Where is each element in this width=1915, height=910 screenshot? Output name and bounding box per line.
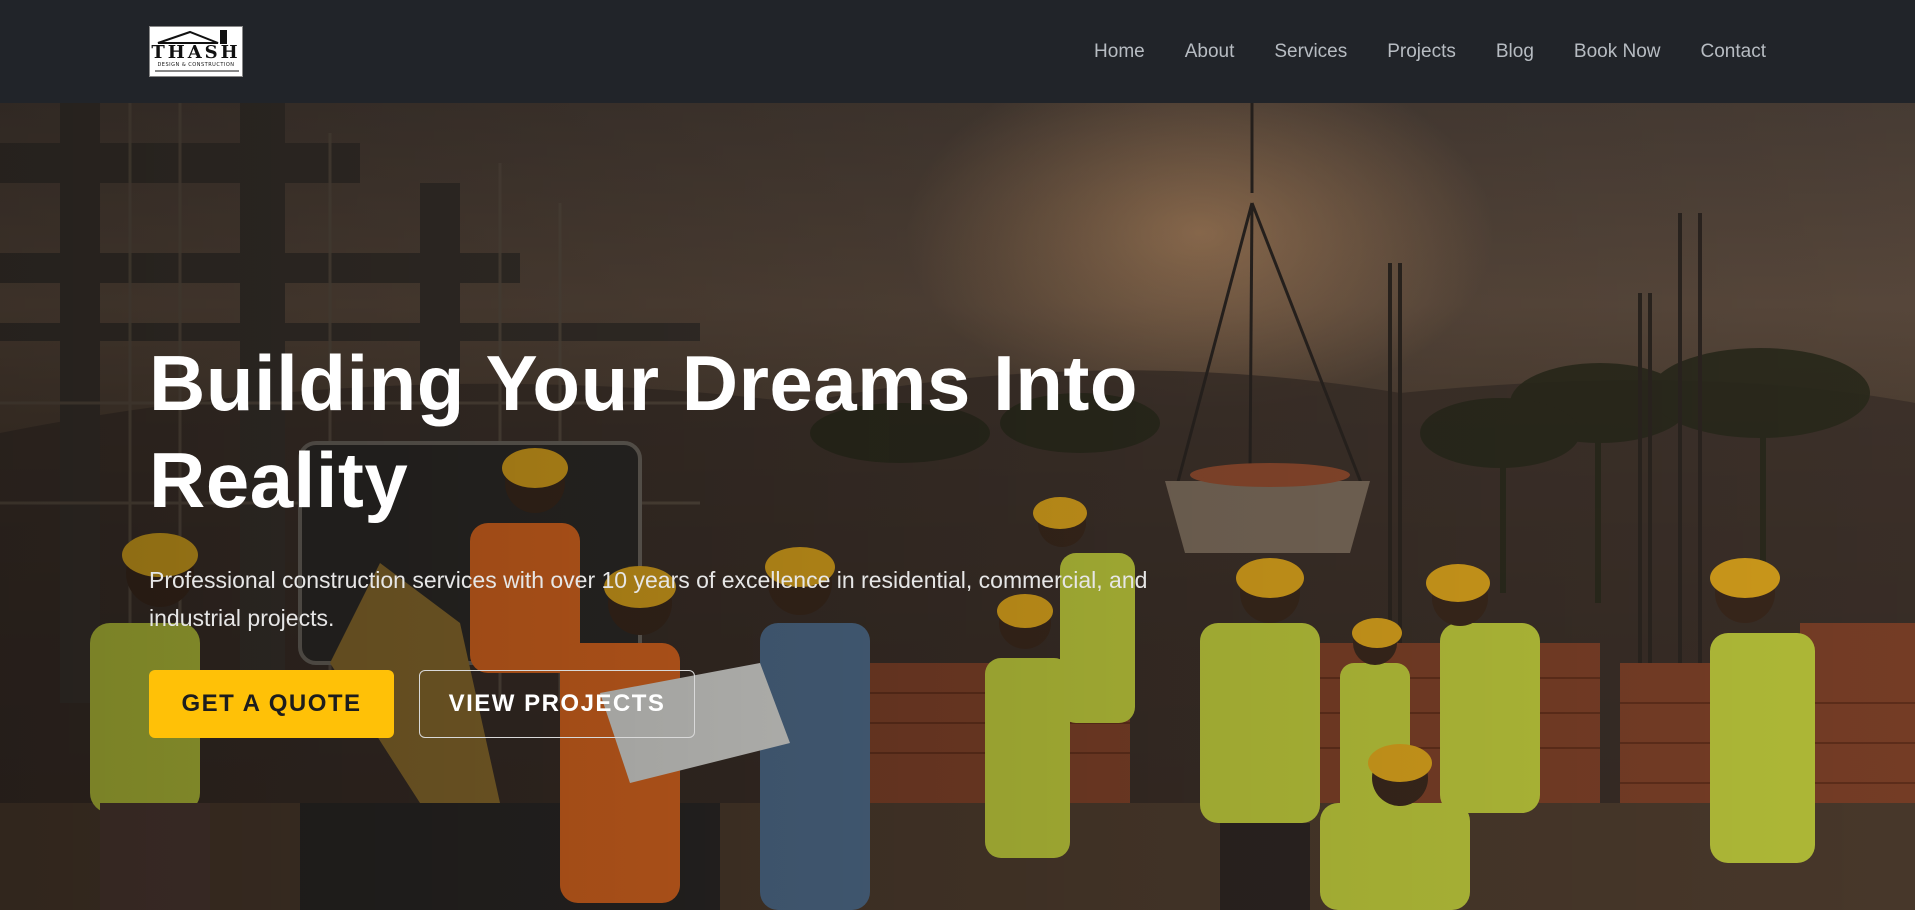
brand-logo[interactable]: THASH DESIGN & CONSTRUCTION <box>149 26 243 77</box>
main-nav: Home About Services Projects Blog Book N… <box>1074 41 1766 63</box>
nav-services[interactable]: Services <box>1254 41 1367 63</box>
nav-home[interactable]: Home <box>1074 41 1165 63</box>
hero-content: Building Your Dreams Into Reality Profes… <box>149 335 1249 738</box>
view-projects-button[interactable]: VIEW PROJECTS <box>419 670 695 738</box>
nav-book-now[interactable]: Book Now <box>1554 41 1681 63</box>
hero-title: Building Your Dreams Into Reality <box>149 339 1139 524</box>
navbar: THASH DESIGN & CONSTRUCTION Home About S… <box>0 0 1915 103</box>
nav-contact[interactable]: Contact <box>1681 41 1766 63</box>
logo-wordmark: THASH <box>151 41 241 63</box>
get-a-quote-button[interactable]: GET A QUOTE <box>149 670 394 738</box>
nav-projects[interactable]: Projects <box>1367 41 1476 63</box>
hero-subtitle: Professional construction services with … <box>149 567 1148 631</box>
logo-tagline: DESIGN & CONSTRUCTION <box>157 61 235 68</box>
nav-blog[interactable]: Blog <box>1476 41 1554 63</box>
hero-section: Building Your Dreams Into Reality Profes… <box>0 103 1915 910</box>
nav-about[interactable]: About <box>1165 41 1255 63</box>
hero-buttons: GET A QUOTE VIEW PROJECTS <box>149 670 1249 738</box>
